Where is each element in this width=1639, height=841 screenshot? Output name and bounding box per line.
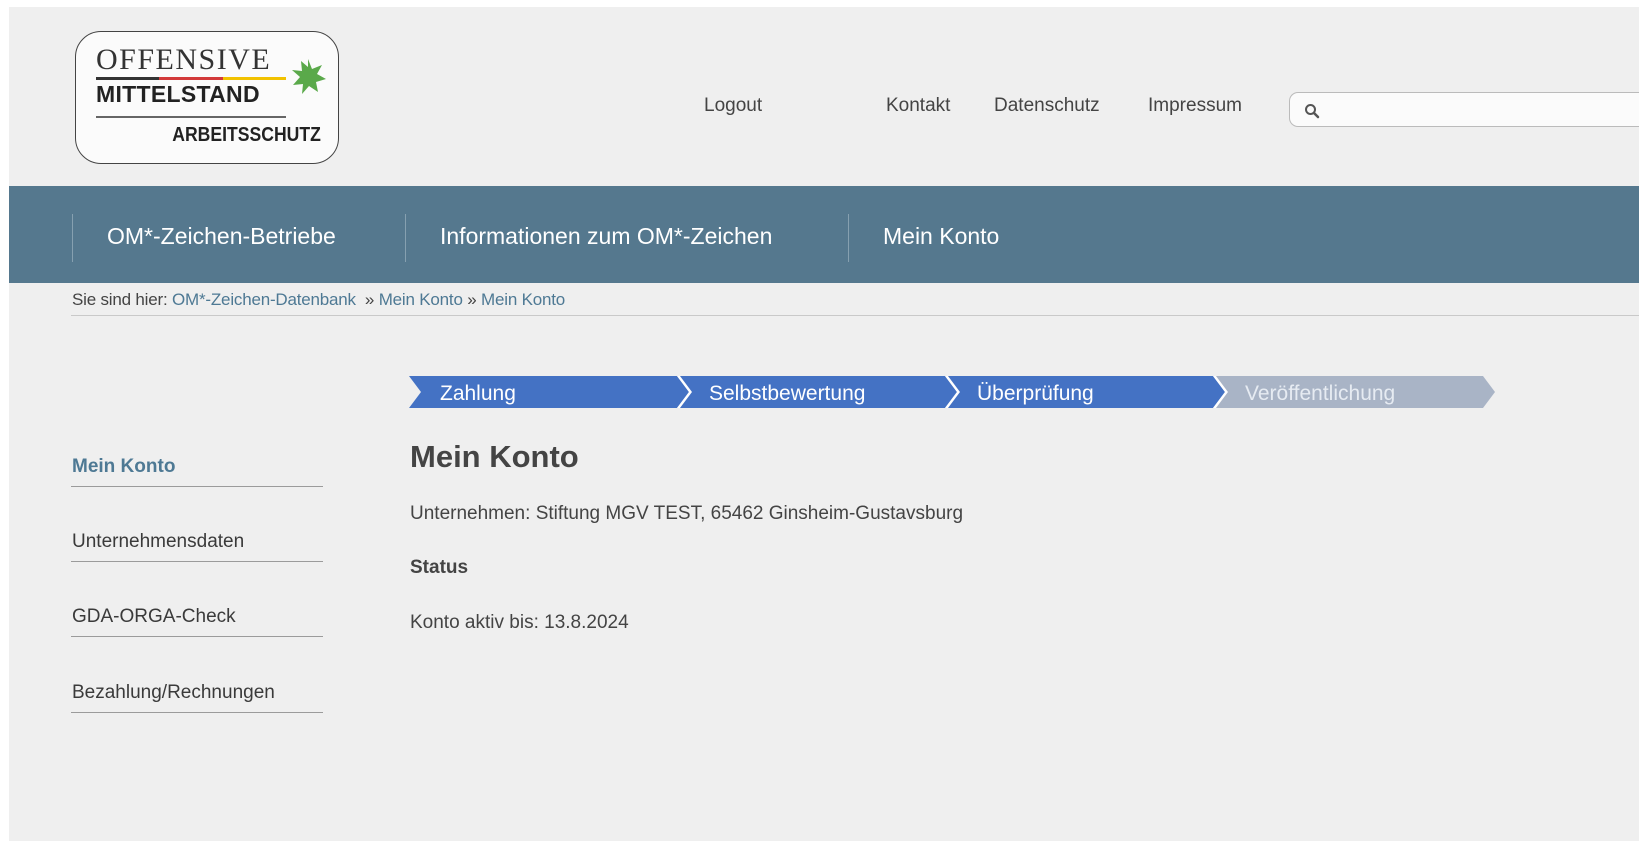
search-box bbox=[1289, 92, 1639, 127]
step-zahlung: Zahlung bbox=[409, 376, 692, 408]
sidebar-divider bbox=[71, 712, 323, 713]
breadcrumb-item-mein-konto[interactable]: Mein Konto bbox=[379, 290, 463, 309]
logo-color-bar bbox=[96, 77, 286, 80]
progress-steps: Zahlung Selbstbewertung Überprüfung Verö… bbox=[409, 376, 1509, 415]
logo-line-1: OFFENSIVE bbox=[96, 43, 272, 76]
breadcrumb-prefix: Sie sind hier: bbox=[72, 290, 168, 309]
logo-line-3: ARBEITSSCHUTZ bbox=[172, 124, 321, 146]
sidebar-item-unternehmensdaten[interactable]: Unternehmensdaten bbox=[72, 531, 244, 553]
page: OFFENSIVE MITTELSTAND ARBEITSSCHUTZ Logo… bbox=[9, 7, 1639, 841]
company-info: Unternehmen: Stiftung MGV TEST, 65462 Gi… bbox=[410, 503, 963, 525]
step-selbstbewertung: Selbstbewertung bbox=[680, 376, 960, 408]
sidebar-item-gda-orga-check[interactable]: GDA-ORGA-Check bbox=[72, 606, 236, 628]
main-navigation: OM*-Zeichen-Betriebe Informationen zum O… bbox=[9, 186, 1639, 283]
step-label: Selbstbewertung bbox=[709, 382, 865, 405]
account-status: Konto aktiv bis: 13.8.2024 bbox=[410, 612, 629, 634]
logo-divider bbox=[96, 116, 286, 118]
site-logo[interactable]: OFFENSIVE MITTELSTAND ARBEITSSCHUTZ bbox=[75, 31, 339, 164]
breadcrumb-item-datenbank[interactable]: OM*-Zeichen-Datenbank bbox=[172, 290, 356, 309]
step-label: Überprüfung bbox=[977, 382, 1094, 405]
page-title: Mein Konto bbox=[410, 439, 579, 474]
breadcrumb-divider bbox=[71, 315, 1639, 316]
sidebar-item-mein-konto[interactable]: Mein Konto bbox=[72, 456, 175, 478]
company-label: Unternehmen: bbox=[410, 503, 531, 524]
nav-item-mein-konto[interactable]: Mein Konto bbox=[883, 223, 999, 250]
nav-separator bbox=[405, 214, 406, 262]
account-active-date: 13.8.2024 bbox=[544, 612, 629, 633]
contact-link[interactable]: Kontakt bbox=[886, 95, 950, 117]
sidebar-item-bezahlung[interactable]: Bezahlung/Rechnungen bbox=[72, 682, 275, 704]
status-heading: Status bbox=[410, 557, 469, 578]
step-veroeffentlichung: Veröffentlichung bbox=[1216, 376, 1495, 408]
search-input[interactable] bbox=[1326, 97, 1626, 122]
star-icon bbox=[292, 59, 326, 94]
step-label: Veröffentlichung bbox=[1245, 382, 1395, 405]
nav-item-informationen[interactable]: Informationen zum OM*-Zeichen bbox=[440, 223, 772, 250]
sidebar-divider bbox=[71, 561, 323, 562]
logo-line-2: MITTELSTAND bbox=[96, 81, 260, 107]
privacy-link[interactable]: Datenschutz bbox=[994, 95, 1100, 117]
breadcrumb-item-current[interactable]: Mein Konto bbox=[481, 290, 565, 309]
account-active-label: Konto aktiv bis: bbox=[410, 612, 539, 633]
nav-separator bbox=[848, 214, 849, 262]
sidebar-divider bbox=[71, 636, 323, 637]
nav-separator bbox=[72, 214, 73, 262]
company-value: Stiftung MGV TEST, 65462 Ginsheim-Gustav… bbox=[535, 503, 964, 524]
breadcrumb: Sie sind hier: OM*-Zeichen-Datenbank » M… bbox=[72, 290, 565, 310]
nav-item-om-zeichen-betriebe[interactable]: OM*-Zeichen-Betriebe bbox=[107, 223, 336, 250]
logout-link[interactable]: Logout bbox=[704, 95, 762, 117]
breadcrumb-separator: » bbox=[364, 290, 375, 309]
sidebar-divider bbox=[71, 486, 323, 487]
step-label: Zahlung bbox=[440, 382, 516, 405]
search-icon[interactable] bbox=[1304, 103, 1320, 119]
breadcrumb-separator: » bbox=[467, 290, 477, 309]
imprint-link[interactable]: Impressum bbox=[1148, 95, 1242, 117]
step-ueberpruefung: Überprüfung bbox=[948, 376, 1228, 408]
